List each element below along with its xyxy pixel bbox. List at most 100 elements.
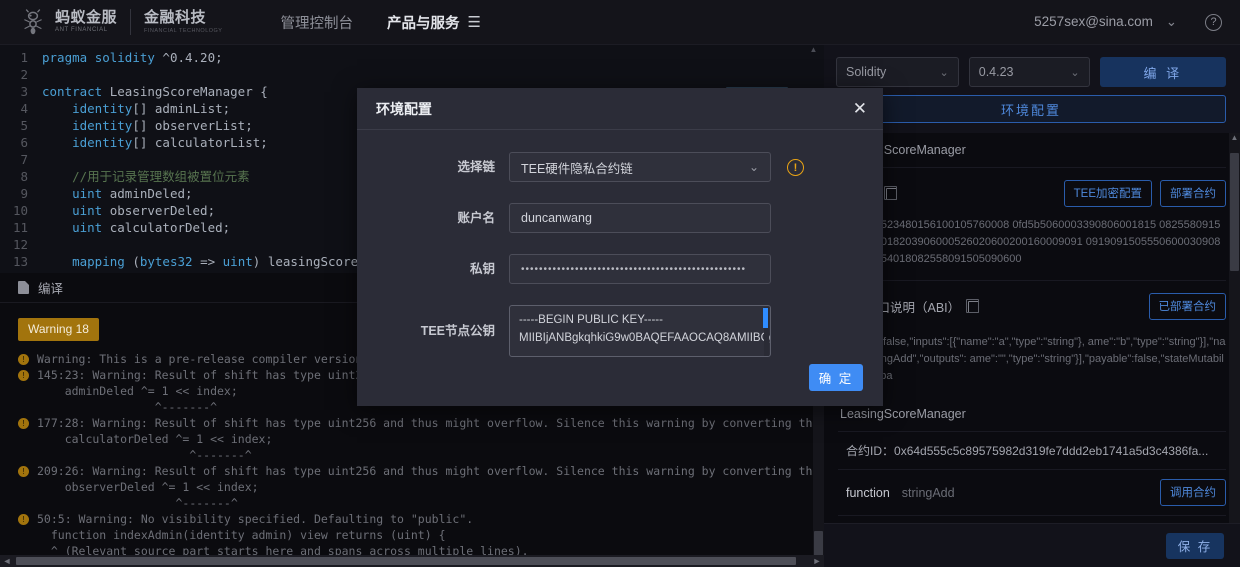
user-email-label: 5257sex@sina.com — [1034, 14, 1153, 29]
chevron-down-icon: ⌄ — [1070, 66, 1080, 79]
abi-header-row: 合约接口说明（ABI） 已部署合约 — [838, 281, 1226, 330]
line-number: 9 — [20, 186, 28, 201]
brand-name-block: 蚂蚁金服 ANT FINANCIAL — [55, 10, 117, 34]
line-number: 6 — [20, 135, 28, 150]
warning-caret: ^-------^ — [37, 496, 238, 510]
teekey-line-2: MIIBIjANBgkqhkiG9w0BAQEFAAOCAQ8AMIIBCgK — [519, 332, 771, 344]
warning-text: 145:23: Warning: Result of shift has typ… — [37, 368, 404, 382]
horizontal-scrollbar[interactable]: ◄ ► — [0, 555, 824, 567]
tee-encrypt-config-button[interactable]: TEE加密配置 — [1063, 180, 1152, 207]
chevron-down-icon: ⌄ — [748, 160, 759, 174]
function-keyword: function — [846, 485, 890, 500]
warning-detail: observerDeled ^= 1 << index; — [37, 480, 259, 494]
nav-right-group: 5257sex@sina.com ⌄ ? — [1034, 13, 1240, 31]
help-icon[interactable]: ? — [1205, 13, 1222, 31]
brand-divider — [130, 9, 132, 35]
save-button[interactable]: 保 存 — [1166, 532, 1224, 559]
warning-icon: ! — [787, 159, 804, 176]
warning-text: 50:5: Warning: No visibility specified. … — [37, 512, 474, 526]
account-input[interactable]: duncanwang — [509, 203, 771, 233]
copy-icon[interactable] — [883, 185, 897, 200]
warning-detail: function indexAdmin(identity admin) view… — [37, 528, 446, 542]
contract-footer: 保 存 — [824, 523, 1240, 567]
console-title: 编译 — [38, 282, 64, 296]
brand-name-en: ANT FINANCIAL — [55, 27, 108, 33]
contract-body-inner: LeasingScoreManager 字节码 TEE加密配置 部署合约 080… — [824, 133, 1240, 567]
code-line: 1 pragma solidity ^0.4.20; — [0, 49, 824, 66]
environment-config-button[interactable]: 环境配置 — [836, 95, 1226, 123]
file-icon — [18, 281, 29, 294]
privatekey-input[interactable]: ••••••••••••••••••••••••••••••••••••••••… — [509, 254, 771, 284]
chain-label: 选择链 — [457, 160, 495, 174]
privatekey-label: 私钥 — [469, 262, 495, 276]
chevron-down-icon: ⌄ — [1165, 14, 1177, 29]
warning-caret: ^-------^ — [37, 448, 252, 462]
warning-icon: ! — [18, 354, 29, 365]
nav-item-console[interactable]: 管理控制台 — [280, 12, 353, 33]
function-name: stringAdd — [901, 485, 955, 500]
chain-field-row: 选择链 TEE硬件隐私合约链 ⌄ ! — [357, 152, 883, 182]
scroll-up-arrow[interactable]: ▲ — [809, 45, 818, 54]
close-icon[interactable]: ✕ — [853, 100, 867, 117]
environment-config-dialog: 环境配置 ✕ 选择链 TEE硬件隐私合约链 ⌄ ! 账户名 duncanwang… — [357, 88, 883, 406]
copy-icon[interactable] — [966, 298, 980, 313]
warning-item: ! 177:28: Warning: Result of shift has ty… — [18, 415, 923, 431]
deployed-contract-title: LeasingScoreManager — [838, 397, 1226, 432]
nav-menu: 管理控制台 产品与服务 ☰ — [280, 0, 480, 44]
contract-body: LeasingScoreManager 字节码 TEE加密配置 部署合约 080… — [824, 133, 1240, 567]
warning-icon: ! — [18, 466, 29, 477]
warning-icon: ! — [18, 370, 29, 381]
version-select-value: 0.4.23 — [978, 65, 1014, 79]
chain-select[interactable]: TEE硬件隐私合约链 ⌄ — [509, 152, 771, 182]
abi-content: onstant":false,"inputs":[{"name":"a","ty… — [840, 336, 1226, 382]
contract-id-row[interactable]: 合约ID：0x64d555c5c89575982d319fe7ddd2eb174… — [838, 432, 1226, 469]
contract-id-label: 合约ID： — [846, 444, 895, 458]
contract-scroll-thumb[interactable] — [1230, 153, 1239, 271]
bytecode-content: 0806040523480156100105760008 0fd5b506000… — [838, 217, 1226, 281]
account-label: 账户名 — [457, 211, 495, 225]
warning-icon: ! — [18, 418, 29, 429]
line-number: 1 — [20, 50, 28, 65]
deploy-contract-button[interactable]: 部署合约 — [1160, 180, 1226, 207]
warning-item: ! 50:5: Warning: No visibility specified.… — [18, 511, 824, 527]
contract-vertical-scrollbar[interactable]: ▲ ▼ — [1229, 133, 1240, 567]
brand-logo-group[interactable]: 蚂蚁金服 ANT FINANCIAL 金融科技 FINANCIAL TECHNO… — [0, 0, 222, 44]
teekey-scroll-thumb[interactable] — [763, 308, 768, 328]
line-number: 4 — [20, 101, 28, 116]
compile-button[interactable]: 编 译 — [1099, 57, 1226, 87]
dialog-body: 选择链 TEE硬件隐私合约链 ⌄ ! 账户名 duncanwang 私钥 •••… — [357, 130, 883, 357]
line-number: 10 — [12, 203, 28, 218]
hamburger-menu-icon[interactable]: ☰ — [467, 13, 480, 31]
privatekey-field-row: 私钥 •••••••••••••••••••••••••••••••••••••… — [357, 254, 883, 284]
app-root: 蚂蚁金服 ANT FINANCIAL 金融科技 FINANCIAL TECHNO… — [0, 0, 1240, 567]
scroll-right-arrow[interactable]: ► — [810, 556, 824, 566]
ant-financial-logo-icon — [18, 7, 48, 37]
nav-item-products[interactable]: 产品与服务 — [387, 12, 460, 33]
line-number: 7 — [20, 152, 28, 167]
warning-icon: ! — [18, 514, 29, 525]
dialog-title: 环境配置 — [376, 100, 432, 117]
function-row: function stringAdd 调用合约 — [838, 469, 1226, 515]
top-navigation-bar: 蚂蚁金服 ANT FINANCIAL 金融科技 FINANCIAL TECHNO… — [0, 0, 1240, 45]
line-number: 13 — [12, 254, 28, 269]
brand-name-cn: 蚂蚁金服 — [55, 9, 118, 26]
warning-text: 177:28: Warning: Result of shift has typ… — [37, 416, 924, 430]
right-contract-pane: Solidity ⌄ 0.4.23 ⌄ 编 译 环境配置 LeasingScor… — [824, 45, 1240, 567]
version-select[interactable]: 0.4.23 ⌄ — [968, 57, 1090, 87]
scroll-left-arrow[interactable]: ◄ — [0, 556, 14, 566]
scroll-up-arrow[interactable]: ▲ — [1229, 133, 1240, 142]
brand-subname-en: FINANCIAL TECHNOLOGY — [144, 27, 223, 34]
deployed-contract-button[interactable]: 已部署合约 — [1148, 293, 1226, 320]
user-account-menu[interactable]: 5257sex@sina.com ⌄ — [1034, 14, 1177, 30]
invoke-contract-button[interactable]: 调用合约 — [1160, 479, 1226, 506]
contract-name-title: LeasingScoreManager — [838, 133, 1226, 168]
chevron-down-icon: ⌄ — [939, 66, 949, 79]
language-select-value: Solidity — [846, 65, 887, 79]
contract-id-value: 0x64d555c5c89575982d319fe7ddd2eb1741a5d3… — [894, 444, 1209, 458]
privatekey-masked-value: ••••••••••••••••••••••••••••••••••••••••… — [521, 263, 747, 275]
language-select[interactable]: Solidity ⌄ — [836, 57, 959, 87]
warning-text: 209:26: Warning: Result of shift has typ… — [37, 464, 924, 478]
line-number: 12 — [12, 237, 28, 252]
confirm-button[interactable]: 确 定 — [809, 364, 863, 391]
horizontal-scroll-thumb[interactable] — [16, 557, 796, 565]
